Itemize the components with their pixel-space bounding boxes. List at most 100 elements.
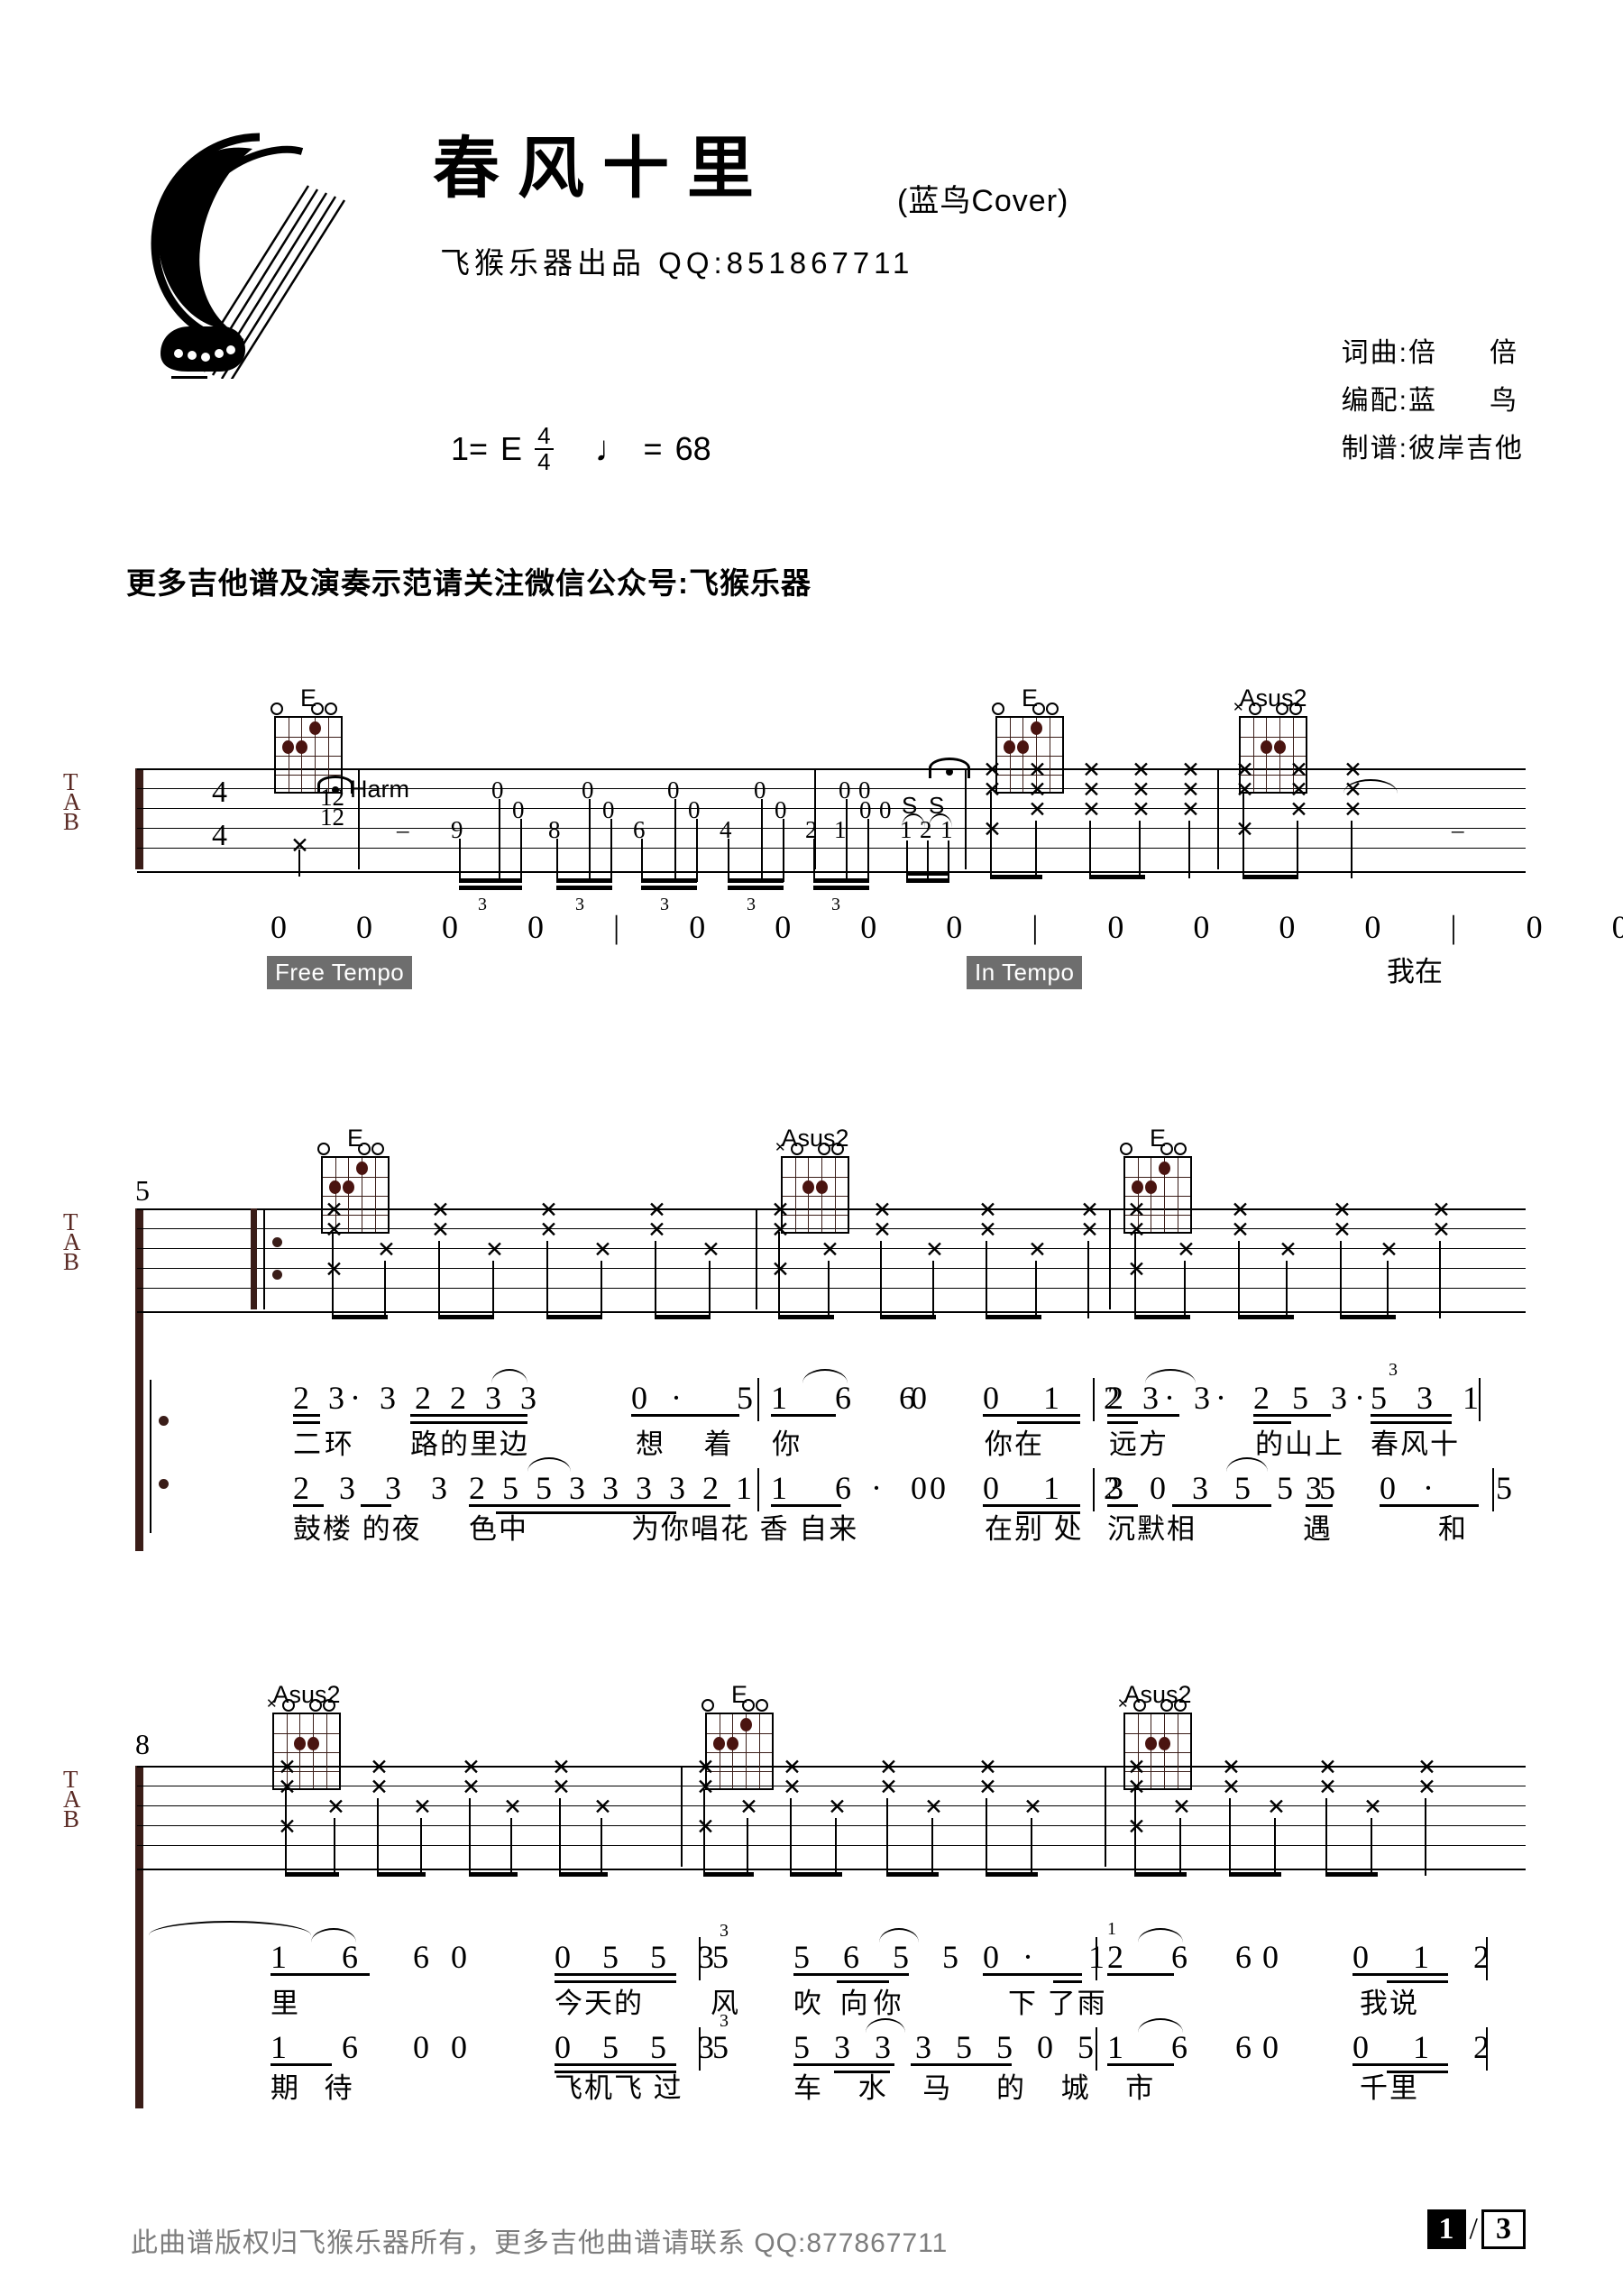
jianpu-notes: 3 [1306, 1470, 1322, 1506]
tempo-tag-free: Free Tempo [267, 956, 413, 989]
underbar [410, 1414, 527, 1417]
repeat-start-thick-jianpu [137, 1380, 143, 1533]
tab-mute: ✕ [326, 1795, 345, 1820]
page-indicator: 1 / 3 [1426, 2209, 1526, 2249]
tab-mute: ✕ [1127, 1814, 1146, 1840]
chord-dot [309, 721, 321, 735]
jianpu-notes: 0· 5 [631, 1380, 776, 1416]
credit-label: 编配: [1341, 386, 1408, 416]
open-string-marker [270, 703, 283, 715]
note-stem [1188, 821, 1190, 878]
tab-note: 0 [512, 796, 525, 823]
tab-note: 6 [633, 816, 646, 843]
lyric: 远方 [1109, 1428, 1169, 1460]
tab-note: 1 [940, 816, 953, 843]
underbar [1107, 1421, 1138, 1424]
beam [990, 875, 1042, 879]
tab-mute: ✕ [485, 1237, 504, 1263]
tab-mute: ✕ [278, 1775, 297, 1800]
tab-clef: TAB [63, 1208, 81, 1275]
tab-mute: ✕ [462, 1775, 481, 1800]
jianpu-barline [699, 2027, 701, 2071]
note-stem [948, 840, 949, 882]
tab-note: 0 [602, 796, 615, 823]
underbar [1306, 1504, 1333, 1507]
underbar [983, 1973, 1082, 1976]
tie [149, 1921, 311, 1935]
underbar [1107, 1504, 1138, 1507]
jianpu-barline [1486, 1937, 1488, 1980]
title-subtitle: (蓝鸟Cover) [897, 184, 1069, 218]
tab-clef: TAB [63, 1766, 81, 1832]
tab-mute: ✕ [1181, 758, 1200, 783]
lyric: 春风十 [1371, 1428, 1460, 1460]
tab-mute: ✕ [1235, 758, 1254, 783]
lyric: 吹 向你 [793, 1988, 907, 2019]
jianpu-notes: 0 1 2 [1352, 1939, 1508, 1975]
underbar [1107, 1414, 1179, 1417]
jianpu-notes: 5 [712, 2029, 729, 2065]
underbar [793, 2063, 894, 2066]
underbar [270, 2063, 332, 2066]
underbar [293, 1504, 324, 1507]
tab-mute: ✕ [370, 1775, 389, 1800]
chord-dot [1261, 740, 1272, 754]
chord-dot [740, 1718, 752, 1731]
lyric: 路的里边 [410, 1428, 529, 1460]
underbar [293, 1414, 320, 1417]
key-signature: E [500, 430, 523, 468]
tab-mute: ✕ [1279, 1237, 1297, 1263]
lyric: 为你唱花 香 自来 [631, 1513, 859, 1545]
note-stem [589, 799, 591, 882]
note-stem [790, 1798, 792, 1876]
beam [1134, 1315, 1190, 1319]
credit-row-arranger: 编配:蓝 鸟 [1342, 377, 1524, 425]
open-string-marker [742, 1699, 755, 1712]
tab-mute: ✕ [1127, 1775, 1146, 1800]
beam [556, 878, 612, 883]
note-stem [1134, 1789, 1136, 1876]
tab-mute: ✕ [1082, 758, 1101, 783]
note-stem [886, 1798, 888, 1876]
tab-mute: ✕ [1318, 1775, 1337, 1800]
beam [1238, 1315, 1294, 1319]
note-stem [1238, 1241, 1240, 1318]
note-stem [880, 1241, 882, 1318]
note-stem [696, 819, 698, 882]
tab-mute: ✕ [1127, 1755, 1146, 1780]
promo-line: 更多吉他谱及演奏示范请关注微信公众号:飞猴乐器 [126, 566, 812, 600]
beam [332, 1315, 388, 1319]
credit-value-b: 倍 [1490, 338, 1518, 368]
barline [358, 768, 360, 869]
chord-dot [1145, 1180, 1157, 1194]
lyric: 二环 [293, 1428, 356, 1460]
underbar [1371, 1414, 1452, 1417]
tab-mute: ✕ [325, 1257, 344, 1282]
chord-dot [294, 1737, 306, 1750]
tab-mute: ✕ [1177, 1237, 1196, 1263]
underbar [1253, 1421, 1291, 1424]
chord-dot [1274, 740, 1286, 754]
jianpu-notes: 5 3 1 [1371, 1380, 1490, 1416]
beam [813, 886, 869, 890]
note-stem [510, 1818, 512, 1876]
underbar [1352, 2063, 1448, 2066]
jianpu-notes: 0 [451, 2029, 467, 2065]
lyric: 的 城 市 [996, 2072, 1169, 2104]
tab-mute: ✕ [370, 1755, 389, 1780]
underbar [361, 1504, 391, 1507]
tab-note: 0 [754, 776, 766, 804]
tab-mute: ✕ [1127, 1217, 1146, 1243]
lyric: 色中 [469, 1513, 528, 1545]
note-stem [285, 1789, 287, 1876]
beam [1229, 1872, 1281, 1877]
credit-value-a: 蓝 [1408, 386, 1437, 416]
underbar [631, 1414, 739, 1417]
underbar [793, 1973, 909, 1976]
jianpu-barline [757, 1468, 759, 1511]
note-stem [655, 1241, 656, 1318]
jianpu-notes: 0· 1 [983, 1939, 1128, 1975]
open-string-marker [1289, 703, 1302, 715]
note-stem [1274, 1818, 1276, 1876]
volta-bracket-1: 1 [1107, 1919, 1116, 1939]
